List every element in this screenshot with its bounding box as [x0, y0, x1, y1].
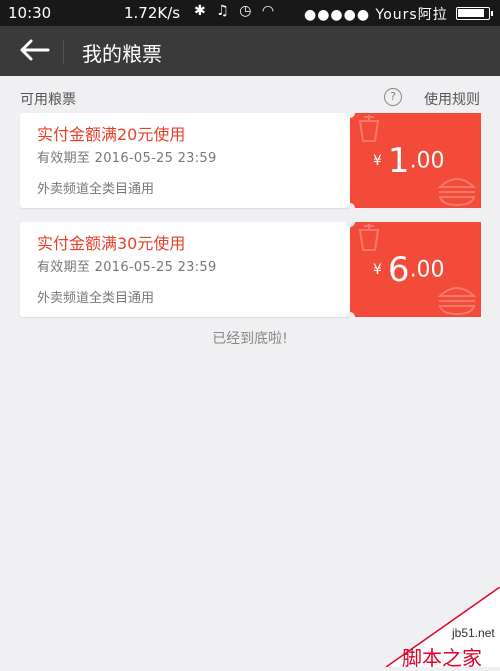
- coupon-perforation: [345, 113, 355, 208]
- page-title: 我的粮票: [82, 42, 162, 66]
- section-header: 可用粮票 ? 使用规则: [20, 88, 480, 109]
- coupon-amount: ¥1.00: [373, 141, 445, 181]
- end-of-list-text: 已经到底啦!: [212, 331, 288, 347]
- coupon-amount-panel: ¥6.00: [350, 222, 481, 317]
- section-label: 可用粮票: [20, 92, 76, 108]
- bluetooth-icon: ✱: [194, 3, 209, 19]
- battery-icon: [456, 7, 493, 20]
- help-icon[interactable]: ?: [384, 88, 402, 106]
- coupon-validity: 有效期至 2016-05-25 23:59: [37, 151, 217, 166]
- coupon-card[interactable]: 实付金额满20元使用 有效期至 2016-05-25 23:59 外卖频道全类目…: [20, 113, 481, 208]
- coupon-condition: 实付金额满30元使用: [37, 234, 186, 253]
- amount-decimal: .00: [409, 148, 445, 174]
- usage-rules-link[interactable]: 使用规则: [424, 89, 480, 109]
- wifi-icon: ◠: [261, 3, 278, 19]
- coupon-amount: ¥6.00: [373, 250, 445, 290]
- status-network-speed: 1.72K/s: [124, 4, 181, 22]
- title-bar: 我的粮票: [0, 26, 500, 76]
- status-carrier: ●●●●● Yours阿拉: [304, 7, 448, 23]
- status-icons: ✱ ♫ ◷ ◠: [194, 3, 277, 19]
- currency-symbol: ¥: [373, 262, 382, 278]
- status-bar: 10:30 1.72K/s ✱ ♫ ◷ ◠ ●●●●● Yours阿拉: [0, 0, 500, 26]
- coupon-card[interactable]: 实付金额满30元使用 有效期至 2016-05-25 23:59 外卖频道全类目…: [20, 222, 481, 317]
- coupon-amount-panel: ¥1.00: [350, 113, 481, 208]
- coupon-condition: 实付金额满20元使用: [37, 125, 186, 144]
- coupon-scope: 外卖频道全类目通用: [37, 291, 155, 306]
- coupon-info: 实付金额满30元使用 有效期至 2016-05-25 23:59 外卖频道全类目…: [20, 222, 350, 317]
- mute-icon: ♫: [216, 3, 232, 19]
- burger-icon: [437, 178, 477, 207]
- coupon-scope: 外卖频道全类目通用: [37, 182, 155, 197]
- status-time: 10:30: [8, 4, 52, 22]
- amount-decimal: .00: [409, 257, 445, 283]
- amount-integer: 1: [387, 141, 410, 181]
- coupon-validity: 有效期至 2016-05-25 23:59: [37, 260, 217, 275]
- alarm-icon: ◷: [239, 3, 255, 19]
- coupon-perforation: [345, 222, 355, 317]
- back-arrow-icon: [20, 39, 50, 61]
- watermark-site: jb51.net: [452, 626, 495, 640]
- title-divider: [63, 40, 64, 64]
- amount-integer: 6: [387, 250, 410, 290]
- back-button[interactable]: [16, 34, 56, 66]
- burger-icon: [437, 287, 477, 316]
- currency-symbol: ¥: [373, 153, 382, 169]
- coupon-info: 实付金额满20元使用 有效期至 2016-05-25 23:59 外卖频道全类目…: [20, 113, 350, 208]
